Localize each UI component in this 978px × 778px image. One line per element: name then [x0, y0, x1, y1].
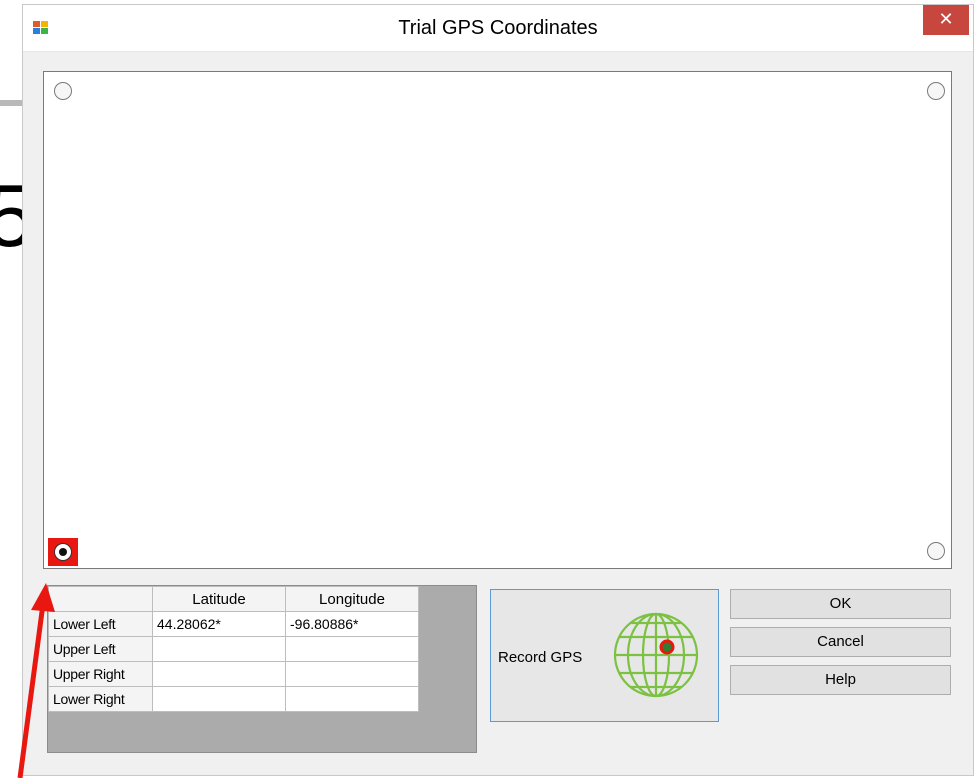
- annotation-arrow: [17, 583, 55, 778]
